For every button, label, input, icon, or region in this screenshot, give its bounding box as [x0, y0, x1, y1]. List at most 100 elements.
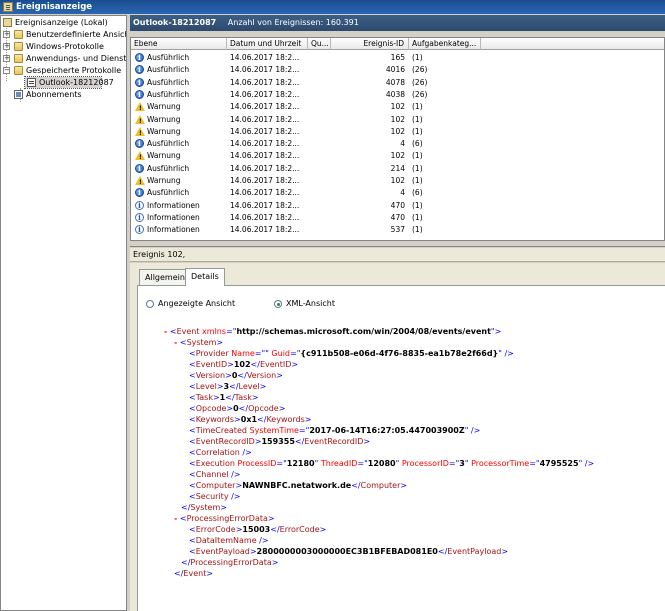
cell-event-id: 470: [390, 212, 405, 222]
column-header-source[interactable]: Qu...: [308, 38, 331, 50]
log-name: Outlook-18212087: [133, 18, 217, 27]
cell-datetime: 14.06.2017 18:2...: [230, 53, 300, 62]
expand-icon[interactable]: +: [3, 43, 10, 50]
column-header-level[interactable]: Ebene: [131, 38, 227, 50]
cell-level: Warnung: [147, 151, 181, 161]
collapse-icon[interactable]: -: [174, 514, 177, 523]
event-detail-title: Ereignis 102,: [130, 248, 665, 262]
cell-level: Warnung: [147, 114, 181, 124]
tree-item-app-service-logs[interactable]: + Anwendungs- und Dienstprotokolle: [2, 53, 126, 64]
xml-line-processing-error-close: </ProcessingErrorData>: [181, 558, 279, 567]
cell-level: Informationen: [147, 225, 200, 235]
cell-datetime: 14.06.2017 18:2...: [230, 77, 300, 87]
column-header-event-id[interactable]: Ereignis-ID: [331, 38, 409, 50]
warning-icon: [135, 176, 145, 188]
table-row[interactable]: Warnung 14.06.2017 18:2... 102 (1): [131, 175, 664, 188]
cell-datetime: 14.06.2017 18:2...: [230, 102, 300, 112]
tab-general[interactable]: Allgemein: [139, 269, 191, 285]
table-row[interactable]: Ausführlich 14.06.2017 18:2... 4 (6): [131, 138, 664, 149]
table-row[interactable]: Ausführlich 14.06.2017 18:2... 165 (1): [131, 52, 664, 63]
xml-line-version: <Version>0</Version>: [189, 371, 283, 380]
tab-details[interactable]: Details: [185, 268, 225, 286]
info-icon: [135, 138, 144, 149]
table-row[interactable]: Ausführlich 14.06.2017 18:2... 4 (6): [131, 187, 664, 198]
xml-line-opcode: <Opcode>0</Opcode>: [189, 404, 286, 413]
table-row[interactable]: Informationen 14.06.2017 18:2... 470 (1): [131, 212, 664, 223]
xml-line-dataitemname: <DataItemName />: [189, 536, 269, 545]
cell-task: (6): [412, 188, 423, 198]
info-icon: [135, 77, 144, 88]
window-title: Ereignisanzeige: [16, 2, 93, 12]
cell-task: (1): [412, 53, 423, 62]
info-icon: [135, 64, 144, 75]
cell-task: (26): [412, 89, 428, 99]
table-row[interactable]: Warnung 14.06.2017 18:2... 102 (1): [131, 150, 664, 163]
folder-icon: [14, 42, 23, 51]
cell-level: Ausführlich: [147, 77, 190, 87]
tree-item-custom-views[interactable]: + Benutzerdefinierte Ansichten: [2, 29, 126, 40]
cell-datetime: 14.06.2017 18:2...: [230, 151, 300, 161]
cell-level: Ausführlich: [147, 188, 190, 198]
cell-datetime: 14.06.2017 18:2...: [230, 89, 300, 99]
table-row[interactable]: Ausführlich 14.06.2017 18:2... 214 (1): [131, 163, 664, 174]
table-row[interactable]: Ausführlich 14.06.2017 18:2... 4038 (26): [131, 89, 664, 100]
table-row[interactable]: Warnung 14.06.2017 18:2... 102 (1): [131, 126, 664, 139]
xml-line-keywords: <Keywords>0x1</Keywords>: [189, 415, 312, 424]
cell-datetime: 14.06.2017 18:2...: [230, 114, 300, 124]
cell-event-id: 4038: [385, 89, 405, 99]
column-header-datetime[interactable]: Datum und Uhrzeit: [227, 38, 308, 50]
tree-item-subscriptions[interactable]: Abonnements: [2, 89, 126, 100]
details-tab-panel: Angezeigte Ansicht XML-Ansicht - <Event …: [137, 285, 665, 611]
column-header-task[interactable]: Aufgabenkateg...: [409, 38, 481, 50]
info-icon: [135, 187, 144, 198]
table-row[interactable]: Warnung 14.06.2017 18:2... 102 (1): [131, 114, 664, 127]
table-header: Ebene Datum und Uhrzeit Qu... Ereignis-I…: [131, 38, 664, 50]
cell-event-id: 102: [390, 126, 405, 136]
cell-task: (1): [412, 126, 423, 136]
xml-line-errorcode: <ErrorCode>15003</ErrorCode>: [189, 525, 327, 534]
cell-level: Ausführlich: [147, 139, 190, 149]
event-count: Anzahl von Ereignissen: 160.391: [227, 18, 359, 27]
cell-event-id: 102: [390, 114, 405, 124]
cell-datetime: 14.06.2017 18:2...: [230, 126, 300, 136]
warning-icon: [135, 114, 145, 127]
xml-line-provider: <Provider Name="" Guid="{c911b508-e06d-4…: [189, 349, 514, 358]
table-row[interactable]: Ausführlich 14.06.2017 18:2... 4078 (26): [131, 77, 664, 88]
xml-line-system-close: </System>: [181, 503, 227, 512]
expand-icon[interactable]: +: [3, 31, 10, 38]
table-row[interactable]: Warnung 14.06.2017 18:2... 102 (1): [131, 101, 664, 114]
table-row[interactable]: Ausführlich 14.06.2017 18:2... 4016 (26): [131, 64, 664, 75]
collapse-icon[interactable]: -: [164, 327, 167, 336]
cell-datetime: 14.06.2017 18:2...: [230, 176, 300, 185]
cell-level: Warnung: [147, 176, 181, 185]
expand-icon[interactable]: +: [3, 55, 10, 62]
cell-task: (1): [412, 102, 423, 112]
warning-icon: [135, 151, 145, 163]
xml-line-recordid: <EventRecordID>159355</EventRecordID>: [189, 437, 371, 446]
collapse-icon[interactable]: −: [3, 67, 10, 74]
xml-line-eventpayload: <EventPayload>2800000003000000EC3B1BFEBA…: [189, 547, 509, 556]
tree-item-outlook-log[interactable]: Outlook-18212087: [24, 76, 114, 89]
events-table: Ebene Datum und Uhrzeit Qu... Ereignis-I…: [130, 37, 665, 241]
cell-level: Informationen: [147, 200, 200, 210]
cell-level: Ausführlich: [147, 163, 190, 173]
cell-datetime: 14.06.2017 18:2...: [230, 212, 300, 222]
xml-line-event: - <Event xmlns="http://schemas.microsoft…: [164, 327, 502, 336]
cell-level: Informationen: [147, 212, 200, 222]
cell-task: (1): [412, 114, 423, 124]
cell-event-id: 4078: [385, 77, 405, 87]
pane-splitter[interactable]: [130, 242, 665, 247]
cell-task: (26): [412, 65, 428, 75]
cell-level: Ausführlich: [147, 65, 190, 75]
tree-item-windows-logs[interactable]: + Windows-Protokolle: [2, 41, 126, 52]
table-row[interactable]: Informationen 14.06.2017 18:2... 470 (1): [131, 200, 664, 211]
tree-item-root[interactable]: Ereignisanzeige (Lokal): [2, 17, 126, 28]
folder-icon: [14, 54, 23, 63]
window-title-bar[interactable]: Ereignisanzeige: [0, 0, 665, 14]
table-row[interactable]: Informationen 14.06.2017 18:2... 537 (1): [131, 224, 664, 235]
tree-item-saved-logs[interactable]: − Gespeicherte Protokolle: [2, 65, 126, 76]
cell-task: (1): [412, 176, 423, 185]
cell-level: Warnung: [147, 126, 181, 136]
warning-icon: [135, 102, 145, 114]
collapse-icon[interactable]: -: [174, 338, 177, 347]
